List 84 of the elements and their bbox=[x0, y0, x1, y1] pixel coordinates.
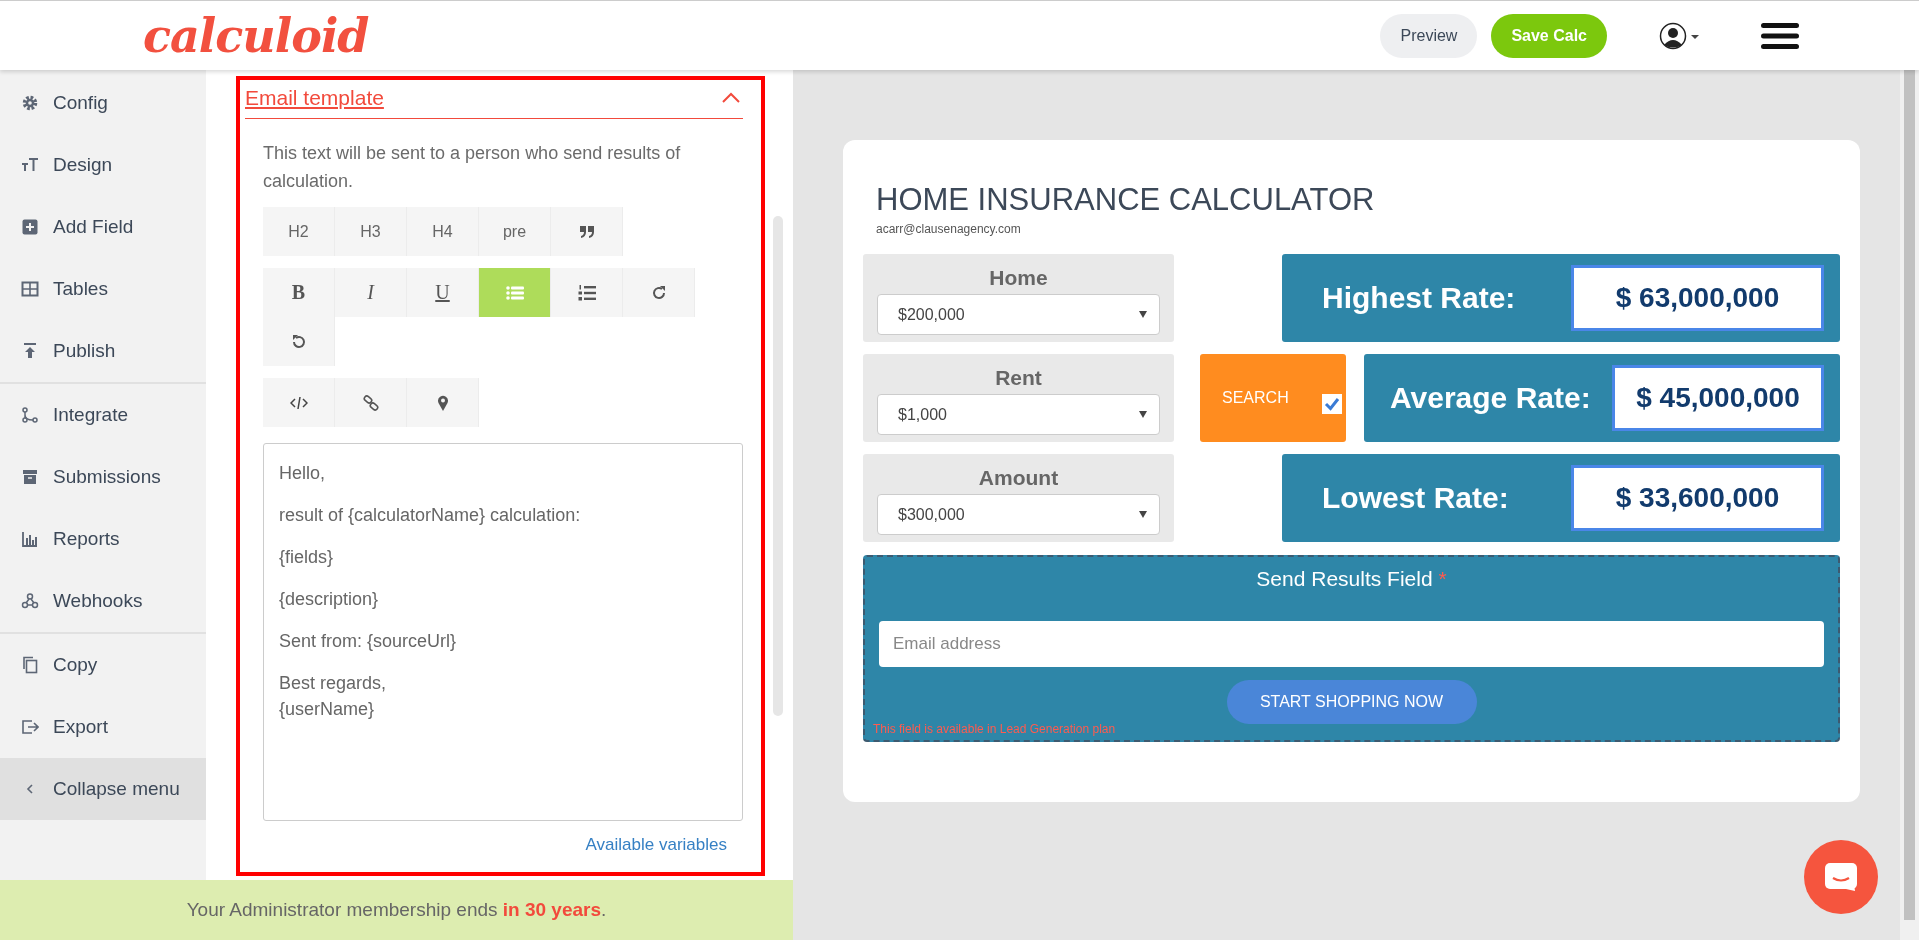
sidebar-item[interactable]: Add Field bbox=[0, 196, 206, 258]
preview-button[interactable]: Preview bbox=[1380, 13, 1478, 58]
undo-icon bbox=[290, 333, 307, 350]
result-label: Highest Rate: bbox=[1322, 281, 1516, 315]
branch-icon bbox=[21, 406, 39, 424]
start-shopping-button[interactable]: START SHOPPING NOW bbox=[1226, 680, 1477, 724]
upload-icon bbox=[21, 342, 39, 360]
dropdown-field[interactable]: $1,000 bbox=[877, 394, 1160, 435]
bar-chart-icon bbox=[21, 530, 39, 548]
sidebar-item[interactable]: Design bbox=[0, 134, 206, 196]
sidebar-item[interactable]: Export bbox=[0, 696, 206, 758]
format-button[interactable]: B bbox=[263, 268, 335, 317]
available-variables-link[interactable]: Available variables bbox=[585, 835, 727, 855]
result-value: $ 33,600,000 bbox=[1571, 465, 1824, 531]
result-label: Lowest Rate: bbox=[1322, 481, 1509, 515]
link-button[interactable] bbox=[335, 378, 407, 427]
numbered-list-icon bbox=[577, 284, 596, 301]
format-button[interactable]: pre bbox=[479, 207, 551, 256]
numbered-list-button[interactable] bbox=[551, 268, 623, 317]
link-icon bbox=[362, 394, 379, 411]
body-paragraph: {fields} bbox=[279, 546, 335, 569]
calculator-title: HOME INSURANCE CALCULATOR bbox=[876, 182, 1376, 218]
sidebar-item[interactable]: Config bbox=[0, 72, 206, 134]
quote-icon bbox=[578, 224, 595, 239]
copy-icon bbox=[21, 656, 39, 674]
sidebar-item[interactable]: Submissions bbox=[0, 446, 206, 508]
body-paragraph: result of {calculatorName} calculation: bbox=[279, 504, 582, 527]
sidebar-item[interactable]: Publish bbox=[0, 320, 206, 382]
description-text: This text will be sent to a person who send results of calculation. bbox=[263, 142, 682, 193]
pin-button[interactable] bbox=[407, 378, 479, 427]
format-button[interactable]: U bbox=[407, 268, 479, 317]
format-button[interactable]: H3 bbox=[335, 207, 407, 256]
section-title-link[interactable]: Email template bbox=[245, 86, 384, 110]
panel-scrollbar[interactable] bbox=[773, 216, 783, 716]
format-button[interactable]: H4 bbox=[407, 207, 479, 256]
field-label: Amount bbox=[978, 466, 1059, 490]
redo-icon bbox=[650, 284, 667, 301]
webhook-icon bbox=[21, 592, 39, 610]
result-value: $ 63,000,000 bbox=[1571, 265, 1824, 331]
sidebar-item[interactable]: Copy bbox=[0, 634, 206, 696]
caret-icon bbox=[1139, 511, 1147, 518]
code-icon bbox=[289, 395, 308, 410]
archive-icon bbox=[21, 468, 39, 486]
email-field[interactable]: Email address bbox=[879, 621, 1824, 667]
checkbox[interactable] bbox=[1322, 394, 1342, 414]
sidebar-item[interactable]: Webhooks bbox=[0, 570, 206, 632]
export-icon bbox=[21, 718, 39, 736]
body-paragraph: Sent from: {sourceUrl} bbox=[279, 630, 458, 653]
plan-notice: This field is available in Lead Generation plan bbox=[873, 722, 1116, 736]
body-paragraph: {description} bbox=[279, 588, 380, 611]
text-size-icon bbox=[21, 156, 39, 174]
format-button[interactable]: I bbox=[335, 268, 407, 317]
dropdown-field[interactable]: $200,000 bbox=[877, 294, 1160, 335]
collapse-menu-item[interactable]: Collapse menu bbox=[0, 758, 206, 820]
send-results-title: Send Results Field * bbox=[1255, 567, 1448, 591]
membership-banner: Your Administrator membership ends in 30 years. bbox=[0, 880, 793, 940]
logo[interactable]: calculoid bbox=[143, 8, 369, 63]
body-paragraph: Best regards, {userName} bbox=[279, 672, 388, 721]
menu-icon[interactable] bbox=[1761, 22, 1799, 49]
field-label: Home bbox=[989, 266, 1048, 290]
chevron-up-icon[interactable] bbox=[721, 92, 741, 104]
table-icon bbox=[21, 280, 39, 298]
bullet-list-icon bbox=[505, 285, 524, 300]
sidebar-item[interactable]: Reports bbox=[0, 508, 206, 570]
format-button[interactable]: H2 bbox=[263, 207, 335, 256]
result-label: Average Rate: bbox=[1390, 381, 1591, 415]
dropdown-field[interactable]: $300,000 bbox=[877, 494, 1160, 535]
field-label: Rent bbox=[995, 366, 1042, 390]
result-value: $ 45,000,000 bbox=[1612, 365, 1824, 431]
gear-icon bbox=[21, 94, 39, 112]
plus-square-icon bbox=[21, 218, 39, 236]
sidebar-item[interactable]: Integrate bbox=[0, 384, 206, 446]
calculator-subtitle: acarr@clausenagency.com bbox=[876, 222, 1022, 236]
undo-button[interactable] bbox=[263, 317, 335, 366]
page-scrollbar[interactable] bbox=[1900, 70, 1919, 940]
caret-icon bbox=[1139, 411, 1147, 418]
user-avatar-icon[interactable] bbox=[1659, 21, 1701, 50]
email-body-field[interactable]: Hello, result of {calculatorName} calculation: {fields} {description} Sent from: {sourceUrl} Best regards, {userName} bbox=[263, 443, 743, 821]
body-paragraph: Hello, bbox=[279, 462, 327, 485]
map-pin-icon bbox=[436, 394, 449, 411]
chat-icon bbox=[1824, 862, 1858, 892]
caret-icon bbox=[1139, 311, 1147, 318]
sidebar-item[interactable]: Tables bbox=[0, 258, 206, 320]
quote-button[interactable] bbox=[551, 207, 623, 256]
